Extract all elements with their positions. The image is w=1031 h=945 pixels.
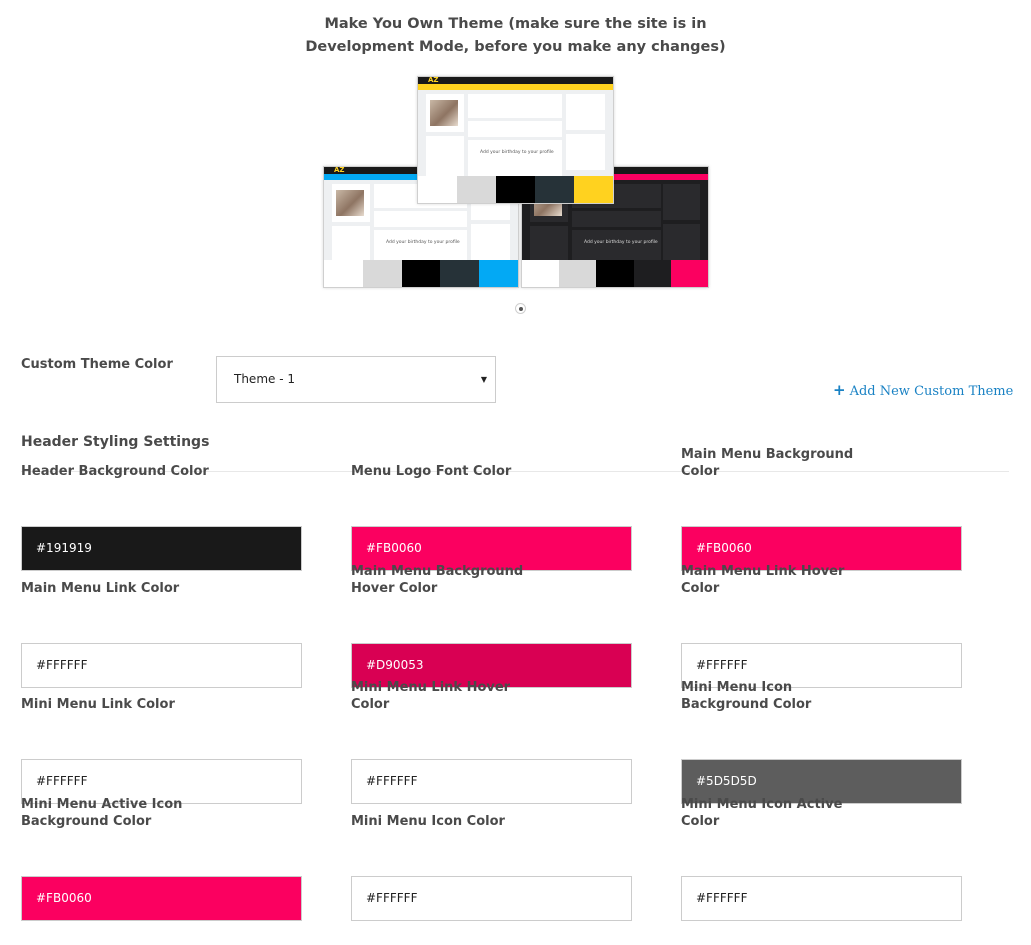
color-input-mini-menu-active-icon-background-color[interactable]: #FB0060 (21, 876, 302, 921)
field-label: Header Background Color (21, 464, 209, 479)
header-styling-settings-title: Header Styling Settings (21, 434, 210, 450)
custom-theme-label: Custom Theme Color (21, 357, 173, 372)
custom-theme-select[interactable]: Theme - 1 ▼ (216, 356, 496, 403)
field-label: Main Menu Link Color (21, 581, 180, 596)
field-label: Mini Menu Icon Background Color (681, 680, 812, 712)
preview-right-card (662, 184, 700, 220)
preview-swatch (574, 176, 613, 203)
preview-friends-card (374, 211, 468, 227)
theme-preview-yellow[interactable]: AZ Add your birthday to your profile (417, 76, 614, 204)
preview-swatch (479, 260, 518, 287)
preview-swatch (670, 260, 708, 287)
preview-swatch (535, 176, 574, 203)
preview-swatch (457, 176, 496, 203)
preview-logo: AZ (334, 166, 345, 174)
theme-preview-carousel[interactable]: AZ Add your birthday to your profile AZ Ad… (320, 72, 715, 294)
color-input-mini-menu-icon-color[interactable]: #FFFFFF (351, 876, 632, 921)
field-label: Menu Logo Font Color (351, 464, 512, 479)
preview-profile-photo (430, 100, 458, 126)
plus-icon: + (833, 381, 846, 399)
preview-right-card-2 (662, 224, 700, 260)
preview-profile-photo (336, 190, 364, 216)
preview-swatches (324, 260, 518, 287)
preview-right-card-2 (471, 224, 510, 260)
carousel-indicator-dot[interactable] (515, 303, 526, 314)
preview-birthday-text: Add your birthday to your profile (386, 240, 460, 245)
preview-right-card-2 (566, 134, 605, 170)
color-input-main-menu-link-color[interactable]: #FFFFFF (21, 643, 302, 688)
preview-swatch (418, 176, 457, 203)
add-new-custom-theme-link[interactable]: + Add New Custom Theme (833, 381, 1013, 399)
preview-swatches (418, 176, 613, 203)
field-label: Mini Menu Link Hover Color (351, 680, 511, 712)
preview-swatch (324, 260, 363, 287)
field-label: Main Menu Background Hover Color (351, 564, 524, 596)
preview-birthday-text: Add your birthday to your profile (584, 240, 658, 245)
field-label: Mini Menu Link Color (21, 697, 175, 712)
preview-right-card (566, 94, 605, 130)
field-label: Mini Menu Icon Color (351, 814, 505, 829)
preview-friends-card (468, 121, 562, 137)
field-label: Mini Menu Active Icon Background Color (21, 797, 183, 829)
preview-birthday-text: Add your birthday to your profile (480, 150, 554, 155)
color-input-mini-menu-link-hover-color[interactable]: #FFFFFF (351, 759, 632, 804)
preview-swatch (401, 260, 441, 287)
color-input-header-background-color[interactable]: #191919 (21, 526, 302, 571)
preview-swatches (522, 260, 708, 287)
preview-swatch (496, 176, 535, 203)
field-label: Main Menu Link Hover Color (681, 564, 845, 596)
preview-swatch (633, 260, 671, 287)
add-new-custom-theme-label: Add New Custom Theme (849, 384, 1014, 399)
preview-logo: AZ (428, 76, 439, 84)
preview-swatch (522, 260, 560, 287)
color-input-mini-menu-icon-active-color[interactable]: #FFFFFF (681, 876, 962, 921)
caret-down-icon: ▼ (480, 375, 487, 384)
preview-birthday-card (468, 140, 562, 176)
page-title-line-1: Make You Own Theme (make sure the site i… (324, 16, 707, 32)
preview-left-menu (426, 136, 464, 176)
field-label: Mini Menu Icon Active Color (681, 797, 843, 829)
page-title-line-2: Development Mode, before you make any ch… (305, 39, 726, 55)
preview-swatch (362, 260, 402, 287)
preview-swatch (440, 260, 480, 287)
preview-friends-card (572, 211, 662, 227)
custom-theme-selected-value: Theme - 1 (234, 372, 295, 386)
preview-swatch (596, 260, 634, 287)
preview-swatch (559, 260, 597, 287)
preview-topbar: AZ (418, 77, 613, 84)
preview-post-card (468, 94, 562, 118)
page-title: Make You Own Theme (make sure the site i… (0, 13, 1031, 59)
field-label: Main Menu Background Color (681, 447, 854, 479)
